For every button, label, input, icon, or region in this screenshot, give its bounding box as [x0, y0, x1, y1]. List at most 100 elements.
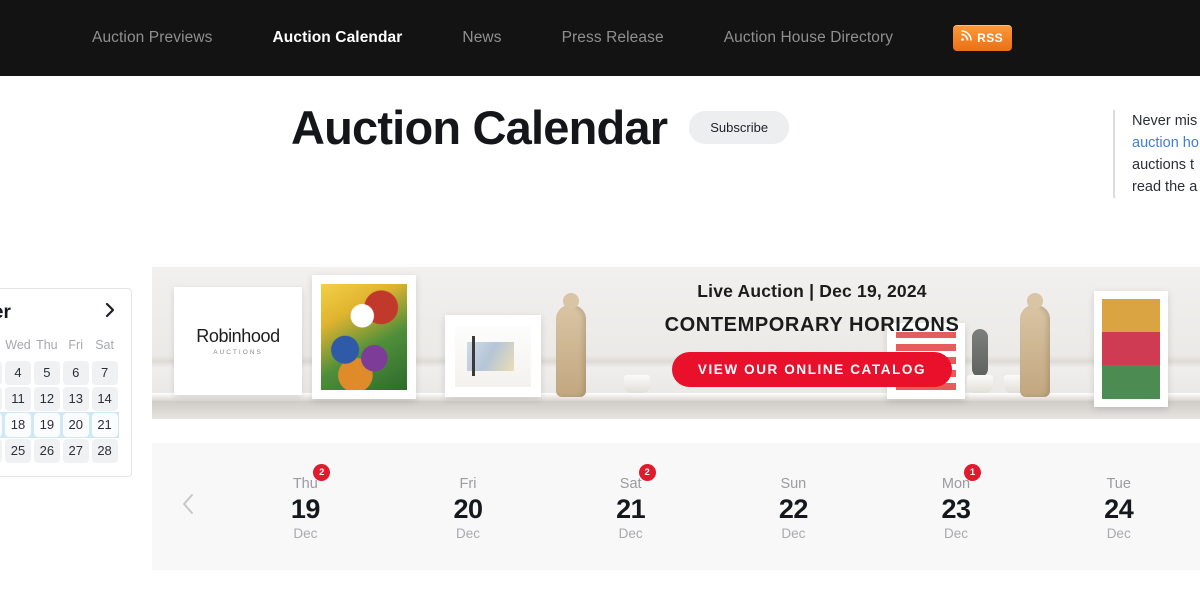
mini-calendar-day[interactable]: 27	[61, 438, 90, 464]
mini-calendar-day[interactable]: 4	[4, 360, 33, 386]
mini-calendar-day-label: 3	[0, 361, 3, 385]
nav-item-auction-house-directory[interactable]: Auction House Directory	[724, 29, 893, 47]
date-item-21[interactable]: 2 Sat 21 Dec	[549, 463, 712, 544]
rss-button[interactable]: RSS	[953, 25, 1012, 51]
mini-calendar-day-label: 10	[0, 387, 3, 411]
mini-calendar-day-label: 4	[4, 361, 31, 385]
shelf-shadow-decoration	[152, 401, 1200, 419]
mini-calendar-day-label: 13	[62, 387, 89, 411]
mini-calendar-day-label: 11	[4, 387, 31, 411]
date-weekday-22: Sun	[780, 475, 807, 492]
date-weekday-21: Sat	[619, 475, 642, 492]
promo-link[interactable]: auction ho	[1132, 132, 1200, 154]
mini-calendar-day[interactable]: 11	[4, 386, 33, 412]
mini-calendar-week-2: 8 9 10 11 12 13 14	[0, 386, 119, 412]
framed-artwork-abstract	[312, 275, 416, 399]
date-month-23: Dec	[944, 525, 969, 541]
date-weekday-19: Thu	[292, 475, 318, 492]
date-carousel-prev-button[interactable]	[152, 492, 224, 521]
framed-artwork-portrait-strip	[1094, 291, 1168, 407]
mini-calendar-day-label: 21	[91, 413, 118, 437]
rss-icon	[960, 29, 972, 47]
mini-calendar-day-label: 7	[91, 361, 118, 385]
rss-label: RSS	[977, 31, 1003, 45]
mini-calendar-day[interactable]: 28	[90, 438, 119, 464]
page-header: Auction Calendar Subscribe	[0, 104, 1080, 151]
date-month-24: Dec	[1106, 525, 1131, 541]
mini-calendar-dow-row: Sun Mon Tue Wed Thu Fri Sat	[0, 338, 119, 360]
date-list: 2 Thu 19 Dec Fri 20 Dec 2 Sat 21 Dec Sun…	[224, 463, 1200, 544]
date-badge-21: 2	[638, 463, 656, 481]
nav-item-list: Auction Previews Auction Calendar News P…	[92, 25, 1012, 51]
mini-calendar-day-label: 28	[91, 439, 118, 463]
mini-calendar-day[interactable]: 13	[61, 386, 90, 412]
mini-calendar-day[interactable]: 12	[32, 386, 61, 412]
mini-calendar-day-label: 18	[4, 413, 31, 437]
view-online-catalog-button[interactable]: VIEW OUR ONLINE CATALOG	[671, 352, 953, 387]
date-item-20[interactable]: Fri 20 Dec	[387, 470, 550, 544]
nav-item-auction-calendar[interactable]: Auction Calendar	[272, 29, 402, 47]
mini-calendar-day[interactable]: 18	[3, 412, 33, 438]
promo-line-1: Never mis	[1132, 113, 1198, 129]
mini-calendar-day-label: 14	[91, 387, 118, 411]
mini-calendar-dow-sat: Sat	[95, 338, 114, 352]
mini-calendar-dow-fri: Fri	[68, 338, 83, 352]
page-title: Auction Calendar	[290, 101, 668, 154]
framed-artwork-landscape	[445, 315, 541, 397]
mini-calendar-day-label: 27	[62, 439, 89, 463]
date-month-20: Dec	[456, 525, 481, 541]
mini-calendar-day[interactable]: 5	[32, 360, 61, 386]
date-carousel: 2 Thu 19 Dec Fri 20 Dec 2 Sat 21 Dec Sun…	[152, 443, 1200, 570]
chevron-right-icon	[103, 301, 117, 324]
date-number-23: 23	[941, 493, 972, 524]
date-badge-23: 1	[964, 463, 982, 481]
mini-calendar-next-button[interactable]	[103, 301, 117, 324]
mini-calendar-month-label: December	[0, 301, 11, 323]
nav-item-news[interactable]: News	[462, 29, 501, 47]
mini-calendar-day-label: 25	[4, 439, 31, 463]
date-item-22[interactable]: Sun 22 Dec	[712, 470, 875, 544]
chevron-left-icon	[180, 492, 196, 521]
date-weekday-24: Tue	[1106, 475, 1131, 492]
mini-calendar-day-label: 19	[33, 413, 60, 437]
mini-calendar-week-4: 22 23 24 25 26 27 28	[0, 438, 119, 464]
top-navigation-bar: Auction Previews Auction Calendar News P…	[0, 0, 1200, 76]
mini-calendar-day[interactable]: 25	[4, 438, 33, 464]
date-number-22: 22	[778, 493, 809, 524]
mini-calendar-header: December	[0, 299, 119, 338]
mini-calendar-dow-thu: Thu	[36, 338, 58, 352]
mini-calendar-day[interactable]: 26	[32, 438, 61, 464]
logo-secondary-text: AUCTIONS	[213, 349, 263, 356]
mini-calendar-day[interactable]: 6	[61, 360, 90, 386]
mini-calendar-day[interactable]: 20	[61, 412, 91, 438]
mini-calendar-day-label: 20	[62, 413, 89, 437]
date-number-21: 21	[616, 493, 646, 524]
date-item-23[interactable]: 1 Mon 23 Dec	[875, 463, 1038, 544]
date-item-24[interactable]: Tue 24 Dec	[1037, 470, 1200, 544]
date-number-24: 24	[1104, 493, 1134, 524]
date-number-20: 20	[453, 493, 483, 524]
date-month-21: Dec	[618, 525, 643, 541]
mini-calendar-day[interactable]: 21	[90, 412, 119, 438]
mini-calendar-day-label: 12	[33, 387, 60, 411]
mini-calendar-day-label: 26	[33, 439, 60, 463]
mini-calendar-day[interactable]: 14	[90, 386, 119, 412]
promo-line-3: auctions t	[1132, 157, 1195, 173]
date-weekday-23: Mon	[941, 475, 971, 492]
nav-item-press-release[interactable]: Press Release	[562, 29, 664, 47]
date-month-19: Dec	[293, 525, 318, 541]
robinhood-auctions-logo: Robinhood AUCTIONS	[174, 287, 302, 395]
mini-calendar-day[interactable]: 19	[32, 412, 62, 438]
subscribe-button[interactable]: Subscribe	[689, 111, 790, 144]
logo-primary-text: Robinhood	[196, 326, 280, 346]
mini-calendar-day[interactable]: 7	[90, 360, 119, 386]
mini-calendar-week-3-selected: 15 16 17 18 19 20 21	[0, 412, 119, 438]
date-badge-19: 2	[313, 463, 331, 481]
nav-item-auction-previews[interactable]: Auction Previews	[92, 29, 212, 47]
auction-calendar-page: Auction Previews Auction Calendar News P…	[0, 0, 1200, 600]
banner-copy: Live Auction | Dec 19, 2024 CONTEMPORARY…	[582, 281, 1042, 387]
date-item-19[interactable]: 2 Thu 19 Dec	[224, 463, 387, 544]
mini-calendar-week-1: 1 2 3 4 5 6 7	[0, 360, 119, 386]
mini-calendar-popover[interactable]: December Sun Mon Tue Wed Thu Fri Sat 1 2…	[0, 288, 132, 477]
auction-promo-banner[interactable]: Robinhood AUCTIONS Live Auction | Dec 19…	[152, 267, 1200, 419]
